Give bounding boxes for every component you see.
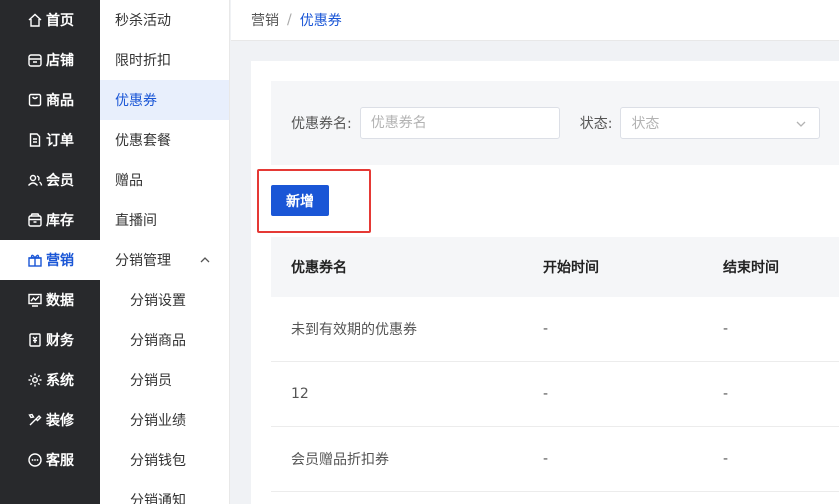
column-header-end-time[interactable]: 结束时间	[723, 257, 839, 277]
nav-item[interactable]: 会员	[0, 160, 100, 200]
cell-start-time: -	[543, 386, 549, 402]
chevron-down-icon	[795, 118, 807, 130]
nav-item[interactable]: 营销	[0, 240, 100, 280]
nav-item-label: 库存	[46, 213, 74, 229]
status-select-placeholder: 状态	[631, 116, 660, 132]
nav-item[interactable]: 系统	[0, 360, 100, 400]
subnav-item[interactable]: 分销商品	[100, 320, 229, 360]
cell-start-time: -	[543, 451, 549, 467]
subnav-item[interactable]: 分销钱包	[100, 440, 229, 480]
coupon-name-input[interactable]	[359, 107, 560, 139]
cell-coupon-name: 12	[291, 386, 309, 402]
product-icon	[27, 92, 43, 108]
breadcrumb-current: 优惠券	[299, 13, 342, 29]
status-label: 状态:	[579, 116, 613, 132]
nav-item[interactable]: 商品	[0, 80, 100, 120]
subnav-item-label: 限时折扣	[115, 53, 171, 69]
cell-coupon-name: 会员赠品折扣券	[291, 452, 389, 468]
nav-item-label: 财务	[46, 333, 74, 349]
nav-item[interactable]: 客服	[0, 440, 100, 480]
nav-item[interactable]: 装修	[0, 400, 100, 440]
breadcrumb-parent[interactable]: 营销	[251, 10, 279, 30]
coupon-table: 优惠券名 开始时间 结束时间 未到有效期的优惠券 - - 12 - - 会员赠品…	[271, 237, 839, 492]
subnav-item-label: 分销通知	[130, 493, 186, 504]
chart-icon	[27, 292, 43, 308]
table-header: 优惠券名 开始时间 结束时间	[271, 237, 839, 297]
cell-start-time: -	[543, 321, 549, 337]
subnav-item[interactable]: 分销通知	[100, 480, 229, 504]
nav-item-label: 商品	[46, 93, 74, 109]
filter-bar: 优惠券名: 状态: 状态	[271, 81, 839, 165]
subnav-item-label: 优惠套餐	[115, 133, 171, 149]
cell-end-time: -	[723, 386, 729, 402]
nav-item-label: 数据	[46, 293, 74, 309]
subnav-item[interactable]: 分销设置	[100, 280, 229, 320]
breadcrumb: 营销 / 优惠券	[231, 0, 839, 41]
nav-item-label: 客服	[46, 453, 74, 469]
main-content: 营销 / 优惠券 优惠券名: 状态: 状态 新增 优惠券名 开始时间 结束时间	[231, 0, 839, 504]
secondary-sidebar: 秒杀活动限时折扣优惠券优惠套餐赠品直播间分销管理分销设置分销商品分销员分销业绩分…	[100, 0, 230, 504]
subnav-item-label: 分销管理	[115, 253, 171, 269]
nav-item-label: 店铺	[46, 53, 74, 69]
subnav-item-label: 赠品	[115, 173, 143, 189]
cell-coupon-name: 未到有效期的优惠券	[291, 322, 417, 338]
order-icon	[27, 132, 43, 148]
table-row[interactable]: 未到有效期的优惠券 - -	[271, 297, 839, 362]
subnav-item-label: 秒杀活动	[115, 13, 171, 29]
column-header-start-time[interactable]: 开始时间	[543, 257, 723, 277]
cell-end-time: -	[723, 321, 729, 337]
nav-item[interactable]: 首页	[0, 0, 100, 40]
nav-item-label: 订单	[46, 133, 74, 149]
subnav-item-label: 直播间	[115, 213, 157, 229]
store-icon	[27, 52, 43, 68]
home-icon	[27, 12, 43, 28]
nav-item[interactable]: 数据	[0, 280, 100, 320]
table-row[interactable]: 会员赠品折扣券 - -	[271, 427, 839, 492]
add-coupon-button[interactable]: 新增	[271, 185, 329, 216]
column-header-name[interactable]: 优惠券名	[271, 257, 543, 277]
subnav-item[interactable]: 优惠套餐	[100, 120, 229, 160]
nav-item[interactable]: 库存	[0, 200, 100, 240]
subnav-item-label: 分销商品	[130, 333, 186, 349]
subnav-item-label: 分销设置	[130, 293, 186, 309]
gear-icon	[27, 372, 43, 388]
subnav-item[interactable]: 赠品	[100, 160, 229, 200]
chat-icon	[27, 452, 43, 468]
nav-item-label: 营销	[46, 253, 74, 269]
subnav-item[interactable]: 优惠券	[100, 80, 229, 120]
gift-icon	[27, 252, 43, 268]
nav-item-label: 首页	[46, 13, 74, 29]
subnav-item[interactable]: 分销管理	[100, 240, 229, 280]
nav-item-label: 系统	[46, 373, 74, 389]
finance-icon	[27, 332, 43, 348]
subnav-item[interactable]: 限时折扣	[100, 40, 229, 80]
coupon-name-label: 优惠券名:	[291, 116, 352, 132]
chevron-up-icon[interactable]	[199, 254, 211, 266]
decorate-icon	[27, 412, 43, 428]
status-select[interactable]: 状态	[620, 107, 821, 139]
subnav-item[interactable]: 秒杀活动	[100, 0, 229, 40]
nav-item-label: 装修	[46, 413, 74, 429]
table-row[interactable]: 12 - -	[271, 362, 839, 427]
nav-item[interactable]: 财务	[0, 320, 100, 360]
subnav-item[interactable]: 分销员	[100, 360, 229, 400]
cell-end-time: -	[723, 451, 729, 467]
nav-item[interactable]: 店铺	[0, 40, 100, 80]
members-icon	[27, 172, 43, 188]
subnav-item-label: 优惠券	[115, 93, 157, 109]
primary-sidebar: 首页店铺商品订单会员库存营销数据财务系统装修客服	[0, 0, 100, 504]
inventory-icon	[27, 212, 43, 228]
content-card: 优惠券名: 状态: 状态 新增 优惠券名 开始时间 结束时间 未到有效期的优惠券…	[251, 61, 839, 504]
subnav-item[interactable]: 直播间	[100, 200, 229, 240]
subnav-item[interactable]: 分销业绩	[100, 400, 229, 440]
subnav-item-label: 分销钱包	[130, 453, 186, 469]
subnav-item-label: 分销员	[130, 373, 172, 389]
nav-item-label: 会员	[46, 173, 74, 189]
subnav-item-label: 分销业绩	[130, 413, 186, 429]
nav-item[interactable]: 订单	[0, 120, 100, 160]
breadcrumb-separator: /	[287, 12, 292, 28]
